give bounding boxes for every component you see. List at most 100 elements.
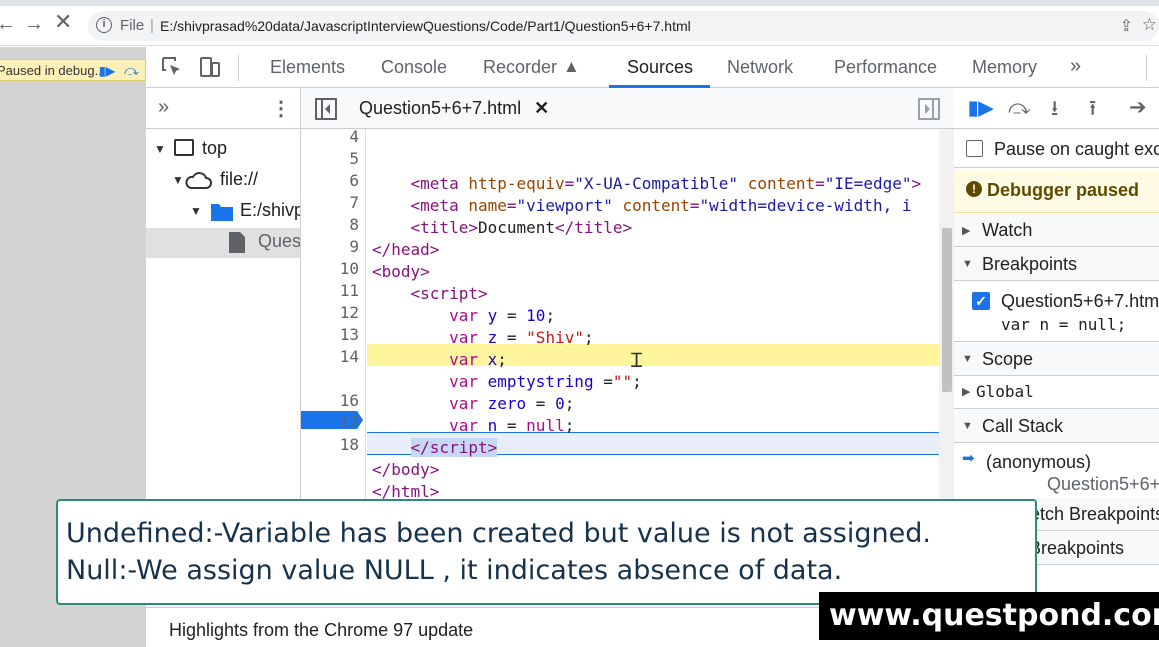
expanded-triangle-icon: ▼ bbox=[962, 258, 973, 270]
current-frame-arrow-icon: ➡ bbox=[962, 450, 975, 467]
breakpoint-code-label: var n = null; bbox=[1001, 315, 1127, 334]
caption-line-null: Null:-We assign value NULL , it indicate… bbox=[66, 555, 843, 586]
code-line: <meta http-equiv="X-UA-Compatible" conte… bbox=[410, 174, 922, 193]
breakpoint-file-label: Question5+6+7.html bbox=[1001, 291, 1159, 311]
watermark-text: www.questpond.com bbox=[829, 598, 1159, 633]
line-number: 13 bbox=[339, 325, 359, 344]
line-number: 10 bbox=[339, 259, 359, 278]
flask-icon: ▲ bbox=[563, 57, 580, 76]
call-stack-pane-header[interactable]: ▼ Call Stack bbox=[954, 410, 1159, 443]
step-over-icon[interactable]: ⤼ bbox=[124, 62, 139, 79]
line-number: 5 bbox=[349, 149, 359, 168]
tree-label: file:// bbox=[220, 169, 259, 189]
tree-item-file[interactable]: Question5+6+7.html bbox=[146, 228, 300, 258]
toggle-debugger-icon[interactable] bbox=[918, 98, 940, 120]
explanation-caption: Undefined:-Variable has been created but… bbox=[56, 499, 1037, 605]
tab-elements[interactable]: Elements bbox=[270, 57, 345, 78]
watch-pane-header[interactable]: ▶ Watch bbox=[954, 214, 1159, 247]
bookmark-star-icon[interactable]: ☆ bbox=[1142, 15, 1157, 35]
step-icon[interactable]: ➔ bbox=[1129, 95, 1147, 120]
line-number: 9 bbox=[349, 237, 359, 256]
drawer-headline[interactable]: Highlights from the Chrome 97 update bbox=[169, 620, 473, 641]
debugger-paused-label: Debugger paused bbox=[987, 180, 1140, 200]
tab-recorder[interactable]: Recorder bbox=[483, 57, 557, 78]
scope-global-label: Global bbox=[976, 382, 1034, 401]
code-line: var y = 10; bbox=[449, 306, 556, 325]
line-number: 6 bbox=[349, 171, 359, 190]
tree-item-folder[interactable]: ▼ E:/shivprasad data bbox=[146, 197, 300, 227]
info-icon[interactable]: i bbox=[96, 17, 112, 33]
code-line: var n = null; bbox=[449, 416, 575, 435]
tree-item-file-scheme[interactable]: ▼ file:// bbox=[146, 166, 300, 196]
call-frame-item[interactable]: ➡ (anonymous) Question5+6+7.html bbox=[954, 444, 1159, 496]
stop-loading-icon[interactable]: ✕ bbox=[54, 11, 72, 33]
line-number-gutter[interactable]: 4 5 6 7 8 9 10 11 12 13 14 15 16 17 18 bbox=[301, 127, 366, 548]
tab-sources[interactable]: Sources bbox=[627, 57, 693, 78]
line-number: 7 bbox=[349, 193, 359, 212]
watch-label: Watch bbox=[982, 220, 1033, 240]
code-editor: Question5+6+7.html ✕ 4 5 6 7 8 9 10 11 1… bbox=[301, 88, 954, 548]
more-tabs-chevron-icon[interactable]: » bbox=[1070, 55, 1081, 78]
expand-triangle-icon[interactable]: ▼ bbox=[190, 204, 202, 218]
url-text[interactable]: E:/shivprasad%20data/JavascriptInterview… bbox=[160, 18, 691, 34]
breakpoint-item[interactable]: ✓ Question5+6+7.html var n = null; bbox=[954, 282, 1159, 342]
line-number: 11 bbox=[339, 281, 359, 300]
kebab-menu-icon[interactable]: ⋮ bbox=[271, 96, 291, 121]
code-line: </body> bbox=[372, 460, 440, 479]
breakpoint-enabled-checkbox[interactable]: ✓ bbox=[972, 292, 990, 310]
tab-memory[interactable]: Memory bbox=[972, 57, 1037, 78]
debugger-toolbar: ▮▶ ⤼ ⭳ ⭱ ➔ bbox=[954, 88, 1159, 129]
expand-triangle-icon[interactable]: ▼ bbox=[172, 173, 184, 187]
paused-banner-text: Paused in debug... bbox=[0, 63, 106, 78]
device-toolbar-icon[interactable] bbox=[198, 55, 222, 79]
tree-label: top bbox=[202, 138, 228, 158]
code-line: var z = "Shiv"; bbox=[449, 328, 594, 347]
address-bar[interactable]: i File | E:/shivprasad%20data/Javascript… bbox=[88, 11, 1159, 41]
editor-file-tab[interactable]: Question5+6+7.html ✕ bbox=[359, 98, 549, 119]
breakpoints-pane-header[interactable]: ▼ Breakpoints bbox=[954, 248, 1159, 281]
code-line: var x; bbox=[449, 350, 507, 369]
share-icon[interactable]: ⇪ bbox=[1120, 16, 1133, 36]
line-number: 12 bbox=[339, 303, 359, 322]
url-scheme-label: File bbox=[120, 17, 145, 34]
toggle-navigator-icon[interactable] bbox=[315, 98, 337, 120]
scope-pane-header[interactable]: ▼ Scope bbox=[954, 343, 1159, 376]
call-stack-label: Call Stack bbox=[982, 416, 1064, 436]
inspect-element-icon[interactable] bbox=[160, 55, 184, 79]
line-number: 17 bbox=[339, 413, 359, 432]
tree-item-top[interactable]: ▼ top bbox=[146, 135, 300, 165]
code-line: <script> bbox=[410, 284, 488, 303]
caption-line-undefined: Undefined:-Variable has been created but… bbox=[66, 518, 931, 549]
step-over-icon[interactable]: ⤼ bbox=[1008, 96, 1030, 120]
pause-on-caught-label: Pause on caught exceptions bbox=[994, 139, 1159, 159]
line-number: 4 bbox=[349, 127, 359, 146]
expand-triangle-icon[interactable]: ▼ bbox=[154, 142, 166, 156]
line-number: 14 bbox=[339, 347, 359, 366]
step-out-icon[interactable]: ⭱ bbox=[1089, 94, 1096, 129]
tab-performance[interactable]: Performance bbox=[834, 57, 937, 78]
breakpoints-label: Breakpoints bbox=[982, 254, 1078, 274]
tab-console[interactable]: Console bbox=[381, 57, 447, 78]
expanded-triangle-icon: ▼ bbox=[962, 353, 973, 365]
more-panes-chevron-icon[interactable]: » bbox=[158, 96, 169, 119]
editor-scrollbar-thumb[interactable] bbox=[942, 228, 952, 392]
resume-icon[interactable]: ▮▶ bbox=[99, 64, 115, 78]
resume-icon[interactable]: ▮▶ bbox=[968, 97, 993, 120]
breakpoint-line-number: 15 bbox=[339, 369, 359, 388]
code-line: <body> bbox=[372, 262, 430, 281]
tab-network[interactable]: Network bbox=[727, 57, 793, 78]
info-icon: ! bbox=[966, 181, 982, 197]
close-tab-icon[interactable]: ✕ bbox=[534, 98, 549, 118]
code-line: </head> bbox=[372, 240, 440, 259]
debugger-paused-message: ! Debugger paused bbox=[954, 169, 1159, 213]
folder-icon bbox=[211, 204, 233, 221]
forward-arrow-icon[interactable]: → bbox=[24, 14, 44, 34]
code-line: var zero = 0; bbox=[449, 394, 575, 413]
scope-global-row[interactable]: ▶ Global bbox=[954, 377, 1159, 409]
back-arrow-icon[interactable]: ← bbox=[0, 14, 16, 34]
paused-in-debugger-banner: Paused in debug... ▮▶ ⤼ bbox=[0, 59, 146, 81]
pause-on-caught-row[interactable]: Pause on caught exceptions bbox=[954, 130, 1159, 168]
step-into-icon[interactable]: ⭳ bbox=[1051, 94, 1058, 129]
pause-on-caught-checkbox[interactable] bbox=[966, 140, 983, 157]
file-navigator: » ⋮ ▼ top ▼ file:// ▼ E:/shivprasad data bbox=[146, 88, 301, 548]
